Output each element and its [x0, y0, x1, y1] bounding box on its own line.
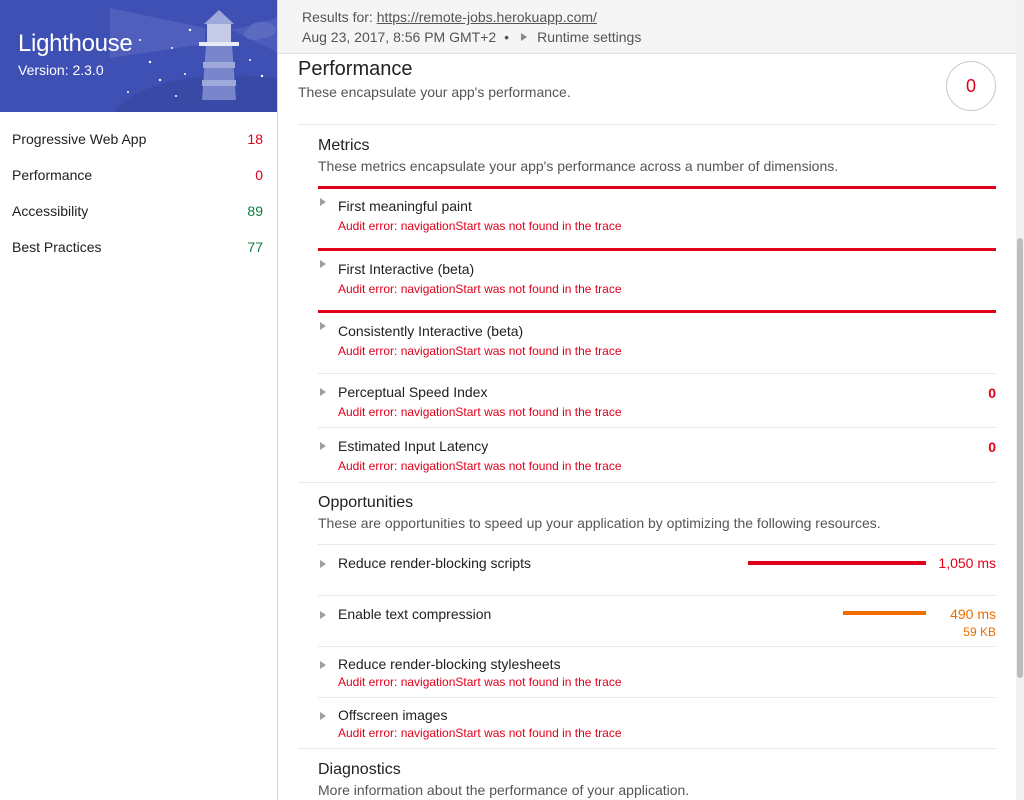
triangle-right-icon: [320, 260, 326, 268]
audit-error: Audit error: navigationStart was not fou…: [338, 282, 622, 296]
opportunity-value: 1,050 ms: [938, 555, 996, 571]
divider: [298, 482, 996, 483]
diagnostics-title: Diagnostics: [318, 761, 401, 778]
triangle-right-icon: [320, 712, 326, 720]
opportunity-row-render-blocking-stylesheets[interactable]: Reduce render-blocking stylesheets Audit…: [318, 646, 996, 697]
opportunity-row-render-blocking-scripts[interactable]: Reduce render-blocking scripts 1,050 ms: [318, 544, 996, 595]
sidebar: Lighthouse Version: 2.3.0 Progressive We…: [0, 0, 278, 800]
category-score: 89: [247, 203, 263, 219]
triangle-right-icon: [320, 198, 326, 206]
audit-error: Audit error: navigationStart was not fou…: [338, 726, 622, 740]
audit-error: Audit error: navigationStart was not fou…: [338, 405, 622, 419]
audit-title: First Interactive (beta): [338, 261, 475, 277]
audit-error: Audit error: navigationStart was not fou…: [338, 344, 622, 358]
category-list: Progressive Web App 18 Performance 0 Acc…: [0, 121, 277, 265]
opportunity-title: Reduce render-blocking stylesheets: [338, 656, 561, 672]
results-url-link[interactable]: https://remote-jobs.herokuapp.com/: [377, 9, 597, 25]
triangle-right-icon: [320, 322, 326, 330]
report-main: Results for: https://remote-jobs.herokua…: [278, 0, 1024, 800]
scrollbar-thumb[interactable]: [1017, 238, 1023, 678]
divider: [298, 748, 996, 749]
results-label: Results for:: [302, 9, 377, 25]
opportunities-title: Opportunities: [318, 494, 414, 511]
sidebar-item-best-practices[interactable]: Best Practices 77: [0, 229, 277, 265]
metrics-title: Metrics: [318, 137, 370, 154]
triangle-right-icon: [320, 661, 326, 669]
audit-row-first-meaningful-paint[interactable]: First meaningful paint Audit error: navi…: [318, 186, 996, 248]
app-title: Lighthouse: [18, 30, 133, 57]
audit-row-first-interactive[interactable]: First Interactive (beta) Audit error: na…: [318, 248, 996, 310]
opportunity-bar: [748, 561, 926, 565]
triangle-right-icon: [320, 388, 326, 396]
metrics-description: These metrics encapsulate your app's per…: [318, 158, 839, 174]
opportunity-title: Enable text compression: [338, 606, 492, 622]
performance-score-gauge: 0: [946, 61, 996, 111]
opportunity-bar: [843, 611, 926, 615]
opportunity-title: Reduce render-blocking scripts: [338, 555, 531, 571]
opportunity-title: Offscreen images: [338, 707, 448, 723]
category-title: Performance: [298, 58, 413, 80]
audit-score: 0: [988, 385, 996, 401]
audit-title: Perceptual Speed Index: [338, 384, 488, 400]
triangle-right-icon: [320, 560, 326, 568]
lighthouse-banner: Lighthouse Version: 2.3.0: [0, 0, 277, 112]
meta-line: Aug 23, 2017, 8:56 PM GMT+2 • Runtime se…: [302, 29, 641, 45]
audit-title: Estimated Input Latency: [338, 438, 489, 454]
opportunity-row-text-compression[interactable]: Enable text compression 490 ms 59 KB: [318, 595, 996, 646]
opportunities-description: These are opportunities to speed up your…: [318, 515, 881, 531]
audit-score: 0: [988, 439, 996, 455]
category-name: Progressive Web App: [12, 131, 147, 147]
report-header: Results for: https://remote-jobs.herokua…: [278, 0, 1018, 54]
audit-error: Audit error: navigationStart was not fou…: [338, 459, 622, 473]
report-timestamp: Aug 23, 2017, 8:56 PM GMT+2: [302, 29, 497, 45]
opportunity-row-offscreen-images[interactable]: Offscreen images Audit error: navigation…: [318, 697, 996, 748]
sidebar-item-accessibility[interactable]: Accessibility 89: [0, 193, 277, 229]
meta-separator: •: [504, 29, 510, 45]
audit-error: Audit error: navigationStart was not fou…: [338, 675, 622, 689]
audit-row-consistently-interactive[interactable]: Consistently Interactive (beta) Audit er…: [318, 310, 996, 373]
audit-title: First meaningful paint: [338, 198, 472, 214]
diagnostics-description: More information about the performance o…: [318, 782, 690, 798]
app-version: Version: 2.3.0: [18, 62, 104, 78]
opportunity-value: 490 ms: [950, 606, 996, 622]
results-line: Results for: https://remote-jobs.herokua…: [302, 9, 597, 25]
triangle-right-icon: [320, 442, 326, 450]
divider: [298, 124, 996, 125]
category-score: 18: [247, 131, 263, 147]
category-score: 0: [255, 167, 263, 183]
sidebar-item-performance[interactable]: Performance 0: [0, 157, 277, 193]
category-score: 77: [247, 239, 263, 255]
audit-row-perceptual-speed-index[interactable]: Perceptual Speed Index Audit error: navi…: [318, 373, 996, 427]
audit-error: Audit error: navigationStart was not fou…: [338, 219, 622, 233]
category-name: Best Practices: [12, 239, 102, 255]
sidebar-item-pwa[interactable]: Progressive Web App 18: [0, 121, 277, 157]
audit-row-estimated-input-latency[interactable]: Estimated Input Latency Audit error: nav…: [318, 427, 996, 481]
opportunity-subvalue: 59 KB: [963, 625, 996, 639]
triangle-right-icon: [320, 611, 326, 619]
category-name: Performance: [12, 167, 93, 183]
category-name: Accessibility: [12, 203, 89, 219]
triangle-right-icon[interactable]: [521, 33, 528, 41]
runtime-settings-toggle[interactable]: Runtime settings: [537, 29, 641, 45]
category-description: These encapsulate your app's performance…: [298, 84, 571, 100]
audit-title: Consistently Interactive (beta): [338, 323, 524, 339]
